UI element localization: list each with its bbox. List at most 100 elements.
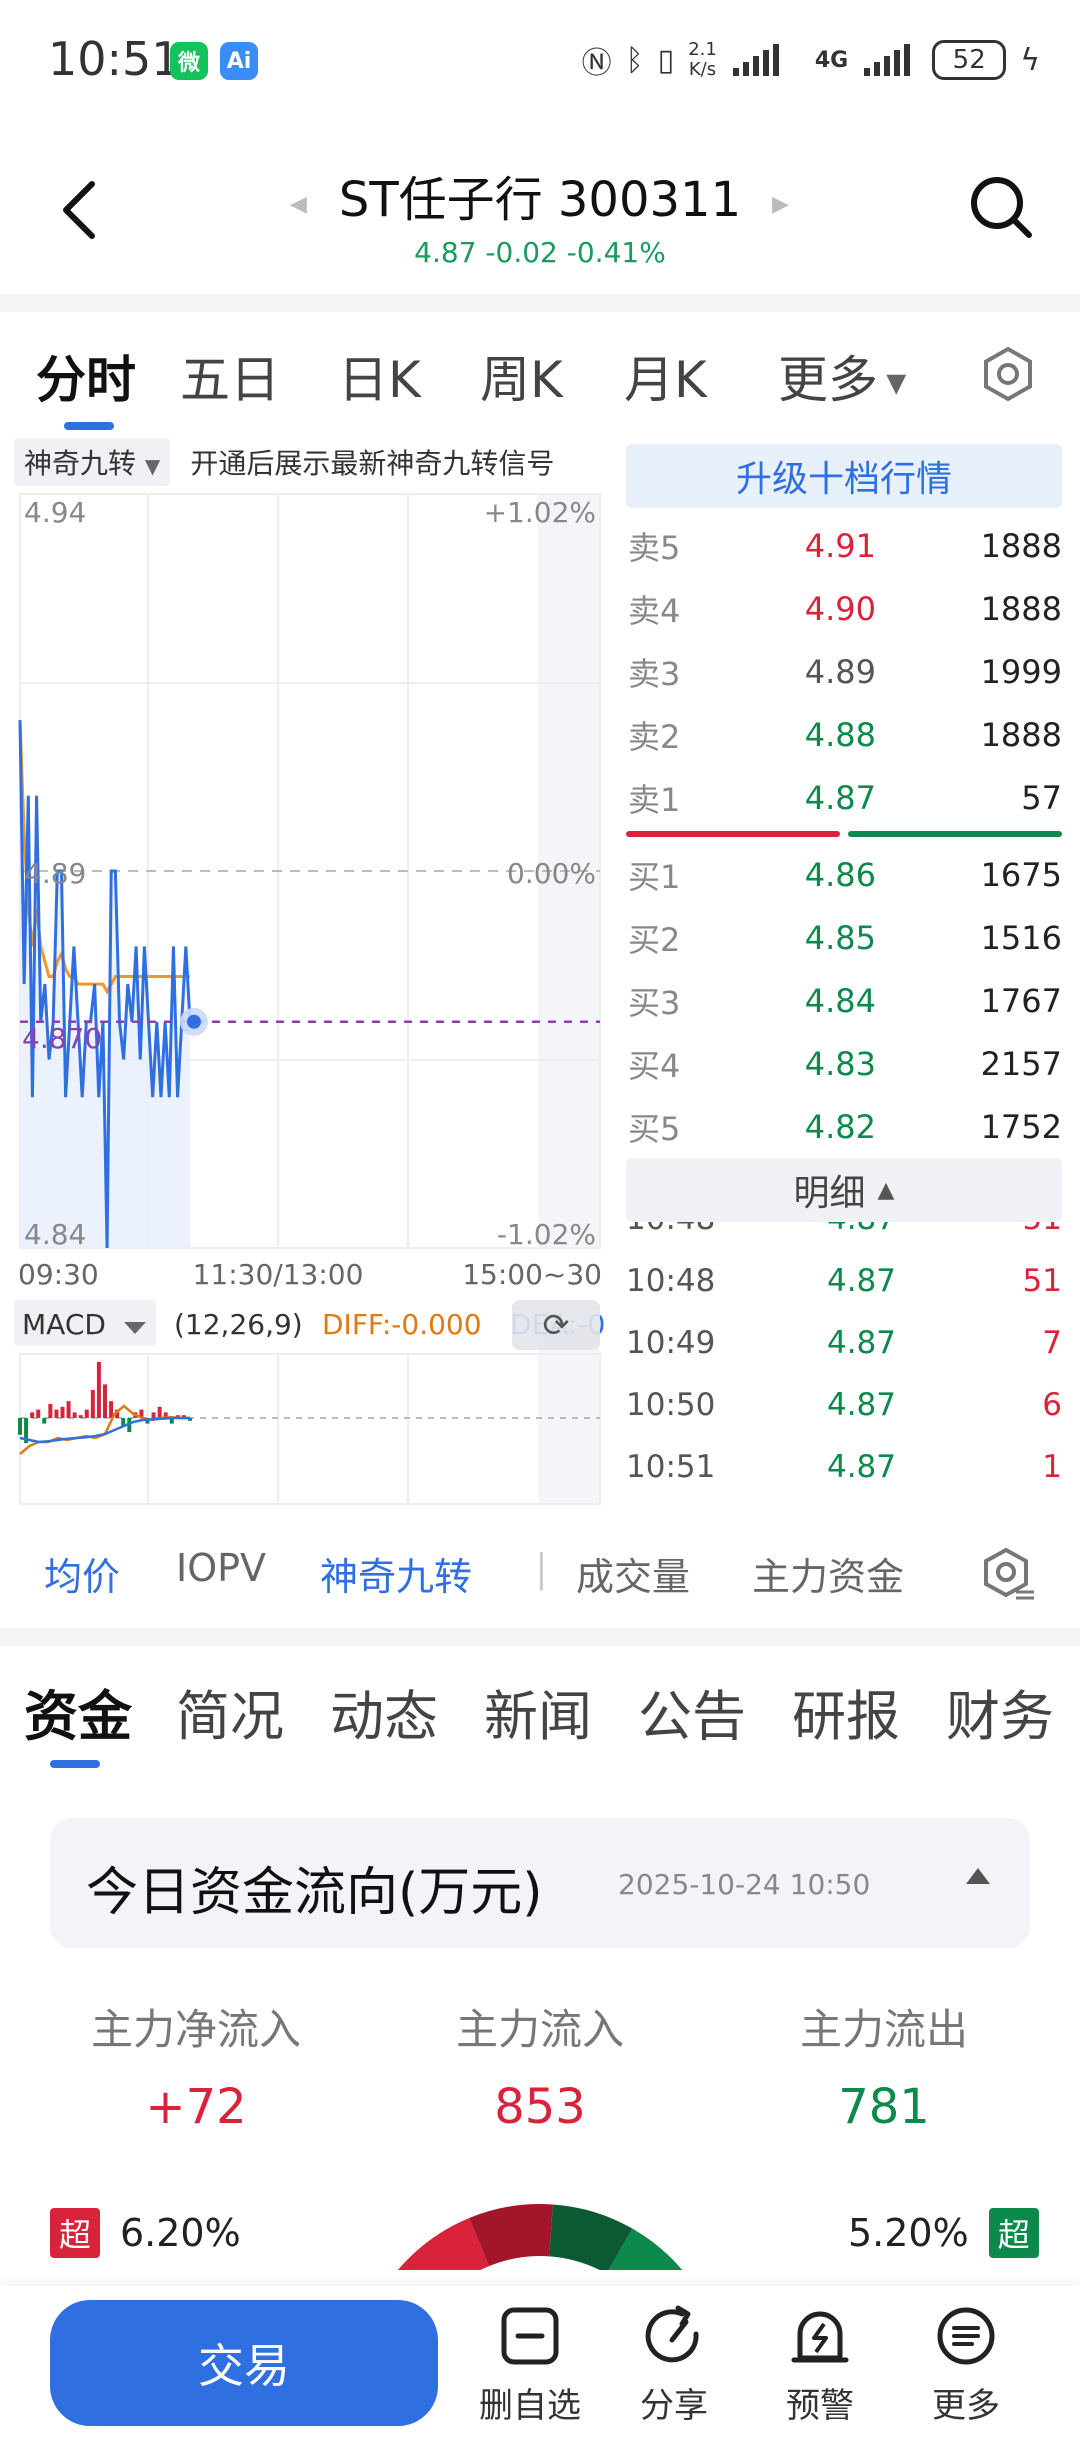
tab-news[interactable]: 新闻	[484, 1672, 592, 1751]
nfc-icon: Ⓝ	[581, 46, 612, 81]
trade-row: 10:49 4.87 7	[626, 1312, 1062, 1374]
tab-intraday[interactable]: 分时	[36, 340, 136, 412]
pct-top-label: +1.02%	[484, 496, 596, 529]
status-time: 10:51	[48, 32, 181, 86]
macd-bar	[54, 1409, 59, 1418]
ask-label: 卖2	[628, 717, 681, 756]
bluetooth-icon: ᛒ	[625, 42, 644, 78]
bid-row[interactable]: 买2 4.85 1516	[626, 906, 1062, 969]
signal-icon-2	[864, 44, 911, 76]
chart-area: 神奇九转 ▼ 开通后展示最新神奇九转信号 4.94 4.89 4.870 4.84 +1…	[0, 438, 610, 1508]
tab-five-day[interactable]: 五日	[180, 340, 280, 412]
bid-price: 4.82	[804, 1107, 876, 1146]
macd-params: (12,26,9)	[174, 1308, 303, 1341]
share-button[interactable]: 分享	[614, 2304, 734, 2427]
macd-bar	[96, 1362, 101, 1418]
caret-up-icon: ▲	[877, 1177, 895, 1203]
trade-volume: 1	[1042, 1449, 1062, 1485]
ask-row[interactable]: 卖5 4.91 1888	[626, 514, 1062, 577]
trade-price: 4.87	[826, 1325, 896, 1361]
stock-quote: 4.87 -0.02 -0.41%	[414, 236, 666, 269]
vibrate-icon: ▯	[657, 42, 675, 78]
remove-watchlist-button[interactable]: 删自选	[470, 2304, 590, 2427]
tab-more[interactable]: 更多 ▼	[778, 340, 906, 412]
bid-price: 4.84	[804, 981, 876, 1020]
stock-header: ◀ ▶ ST任子行 300311 4.87 -0.02 -0.41%	[0, 130, 1080, 290]
trade-price: 4.87	[826, 1387, 896, 1423]
tab-announcements[interactable]: 公告	[638, 1672, 746, 1751]
main-outflow: 主力流出 781	[799, 2005, 968, 2135]
more-button[interactable]: 更多	[906, 2304, 1026, 2427]
gauge-super-inflow	[397, 2217, 490, 2270]
trade-row: 10:51 4.87 1	[626, 1436, 1062, 1498]
price-top-label: 4.94	[24, 496, 86, 529]
macd-bar	[30, 1412, 35, 1418]
trade-time: 10:51	[626, 1449, 716, 1485]
pct-bottom-label: -1.02%	[497, 1218, 596, 1251]
bid-row[interactable]: 买1 4.86 1675	[626, 843, 1062, 906]
intraday-chart[interactable]: 4.94 4.89 4.870 4.84 +1.02% 0.00% -1.02% 09:30 1…	[0, 438, 610, 1508]
upgrade-button[interactable]: 升级十档行情	[626, 444, 1062, 508]
avg-price-line	[18, 720, 190, 995]
ask-row[interactable]: 卖4 4.90 1888	[626, 577, 1062, 640]
ask-row[interactable]: 卖3 4.89 1999	[626, 640, 1062, 703]
ask-label: 卖1	[628, 780, 681, 819]
macd-bar	[157, 1406, 162, 1418]
alert-button[interactable]: 预警	[760, 2304, 880, 2427]
tab-overview[interactable]: 简况	[176, 1672, 284, 1751]
wechat-icon: 微	[170, 42, 208, 80]
signal-icon	[732, 44, 779, 76]
bid-row[interactable]: 买4 4.83 2157	[626, 1032, 1062, 1095]
ind-avg-price[interactable]: 均价	[44, 1546, 120, 1601]
tab-financials[interactable]: 财务	[946, 1672, 1054, 1751]
bid-volume: 2157	[980, 1044, 1062, 1083]
macd-bar	[103, 1384, 107, 1418]
trade-time: 10:50	[626, 1387, 716, 1423]
trade-details[interactable]: 10:484.875110:484.875110:494.87710:504.8…	[626, 1222, 1062, 1532]
bid-price: 4.86	[804, 855, 876, 894]
indicator-settings-icon[interactable]	[980, 1546, 1036, 1602]
settings-icon[interactable]	[980, 346, 1036, 402]
search-icon[interactable]	[966, 172, 1036, 242]
tab-research[interactable]: 研报	[792, 1672, 900, 1751]
bid-label: 买2	[628, 920, 681, 959]
status-right: Ⓝ ᛒ ▯ 2.1 K/s 4G 52 ϟ	[582, 38, 1040, 82]
trade-button[interactable]: 交易	[50, 2300, 438, 2426]
time-label-open: 09:30	[18, 1258, 99, 1291]
macd-bar	[72, 1412, 77, 1418]
status-bar: 10:51 微 Ai Ⓝ ᛒ ▯ 2.1 K/s 4G 52 ϟ	[0, 0, 1080, 120]
macd-bar	[66, 1401, 71, 1418]
ind-main-funds[interactable]: 主力资金	[752, 1546, 904, 1601]
gauge-large-outflow	[548, 2204, 633, 2270]
trade-time: 10:48	[626, 1263, 716, 1299]
battery-icon: 52	[932, 40, 1007, 80]
ask-price: 4.89	[804, 652, 876, 691]
bid-row[interactable]: 买5 4.82 1752	[626, 1095, 1062, 1158]
ask-row[interactable]: 卖1 4.87 57	[626, 766, 1062, 829]
bid-label: 买3	[628, 983, 681, 1022]
macd-bar	[48, 1404, 53, 1418]
price-current-label: 4.870	[22, 1022, 102, 1055]
ask-label: 卖4	[628, 591, 681, 630]
ind-iopv[interactable]: IOPV	[176, 1546, 266, 1590]
collapse-caret-icon[interactable]	[966, 1868, 990, 1884]
tab-daily-k[interactable]: 日K	[338, 340, 421, 412]
main-inflow: 主力流入 853	[455, 2005, 624, 2135]
ask-volume: 1888	[980, 589, 1062, 628]
ask-volume: 57	[1021, 778, 1062, 817]
detail-toggle[interactable]: 明细 ▲	[626, 1158, 1062, 1222]
ask-row[interactable]: 卖2 4.88 1888	[626, 703, 1062, 766]
ask-volume: 1888	[980, 715, 1062, 754]
gauge-large-inflow	[469, 2204, 553, 2267]
tab-news-feed[interactable]: 动态	[330, 1672, 438, 1751]
divider	[0, 1628, 1080, 1646]
bid-row[interactable]: 买3 4.84 1767	[626, 969, 1062, 1032]
bid-label: 买5	[628, 1109, 681, 1148]
tab-funds[interactable]: 资金	[24, 1672, 132, 1751]
tab-weekly-k[interactable]: 周K	[480, 340, 563, 412]
fund-flow-card[interactable]: 今日资金流向(万元) 2025-10-24 10:50	[50, 1818, 1030, 1948]
ind-magic-nine[interactable]: 神奇九转	[320, 1546, 472, 1601]
ind-volume[interactable]: 成交量	[576, 1546, 690, 1601]
tab-monthly-k[interactable]: 月K	[624, 340, 707, 412]
network-type: 4G	[814, 47, 849, 73]
